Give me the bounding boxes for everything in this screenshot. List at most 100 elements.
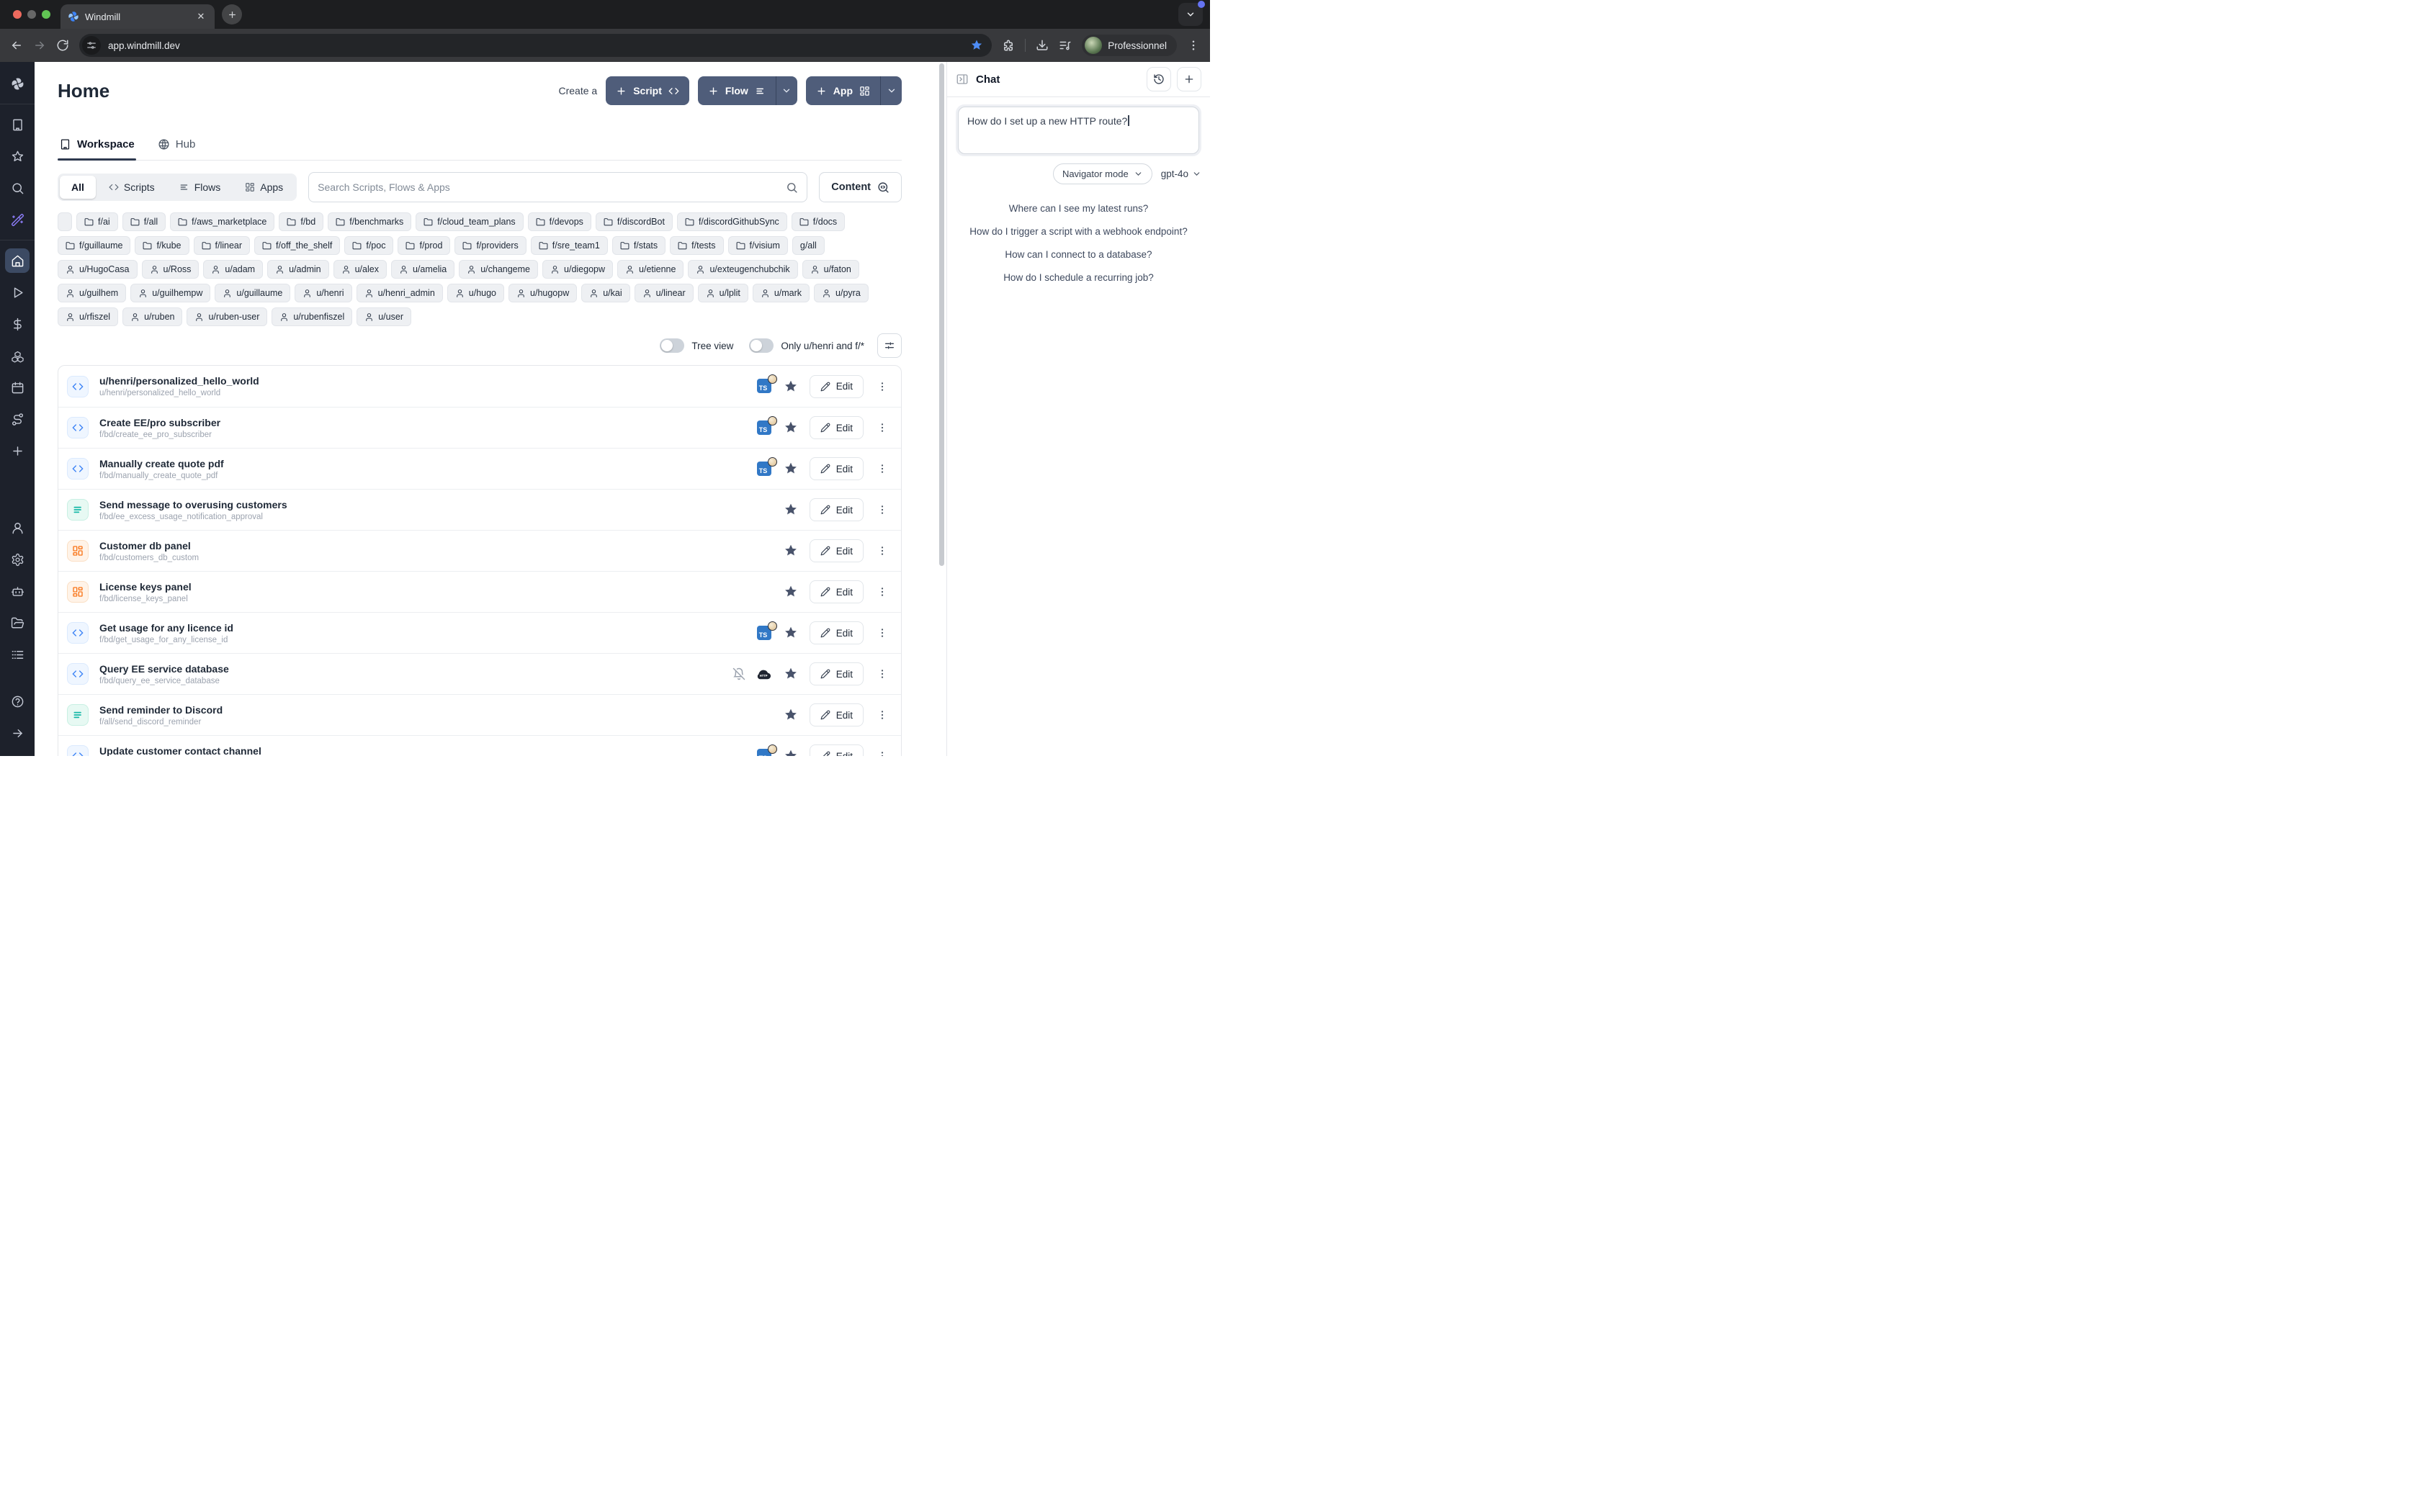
folder-chip[interactable]: f/discordBot: [596, 212, 673, 231]
sidebar-item-ai[interactable]: [5, 207, 30, 232]
flow-dropdown-caret[interactable]: [776, 76, 797, 105]
user-chip[interactable]: u/alex: [333, 260, 387, 279]
tab-close-icon[interactable]: ✕: [194, 10, 207, 23]
edit-button[interactable]: Edit: [810, 580, 864, 603]
edit-button[interactable]: Edit: [810, 539, 864, 562]
list-item[interactable]: License keys panelf/bd/license_keys_pane…: [58, 571, 901, 612]
favorite-star[interactable]: [784, 544, 798, 558]
sidebar-item-variables[interactable]: [5, 312, 30, 336]
user-chip[interactable]: u/henri: [295, 284, 351, 302]
address-bar[interactable]: app.windmill.dev: [79, 34, 992, 57]
list-item[interactable]: Send reminder to Discordf/all/send_disco…: [58, 694, 901, 735]
sidebar-item-add[interactable]: [5, 438, 30, 463]
chat-suggestion[interactable]: How do I trigger a script with a webhook…: [969, 226, 1187, 237]
sidebar-item-search[interactable]: [5, 176, 30, 200]
sidebar-item-resources[interactable]: [5, 343, 30, 368]
user-chip[interactable]: u/exteugenchubchik: [688, 260, 797, 279]
window-controls[interactable]: [13, 10, 50, 19]
filter-scripts[interactable]: Scripts: [97, 176, 166, 199]
scrollbar-thumb[interactable]: [939, 63, 944, 566]
user-chip[interactable]: u/diegopw: [542, 260, 613, 279]
folder-chip[interactable]: f/docs: [792, 212, 845, 231]
extensions-icon[interactable]: [1002, 39, 1015, 52]
site-settings-icon[interactable]: [82, 36, 101, 55]
empty-chip[interactable]: [58, 212, 72, 231]
user-chip[interactable]: u/linear: [635, 284, 694, 302]
downloads-icon[interactable]: [1036, 39, 1049, 52]
tab-workspace[interactable]: Workspace: [58, 131, 136, 160]
row-menu-button[interactable]: [874, 419, 891, 436]
favorite-star[interactable]: [784, 503, 798, 517]
favorite-star[interactable]: [784, 420, 798, 435]
windmill-logo[interactable]: [5, 71, 30, 96]
folder-chip[interactable]: f/off_the_shelf: [254, 236, 340, 255]
list-item[interactable]: Query EE service databasef/bd/query_ee_s…: [58, 653, 901, 694]
edit-button[interactable]: Edit: [810, 621, 864, 644]
edit-button[interactable]: Edit: [810, 744, 864, 756]
user-chip[interactable]: u/guilhem: [58, 284, 126, 302]
list-item[interactable]: Update customer contact channelf/bd/upda…: [58, 735, 901, 756]
user-chip[interactable]: u/mark: [753, 284, 810, 302]
url-text[interactable]: app.windmill.dev: [108, 40, 963, 51]
sidebar-item-settings[interactable]: [5, 547, 30, 572]
search-input[interactable]: [318, 181, 786, 193]
browser-tab[interactable]: Windmill ✕: [60, 4, 215, 29]
user-chip[interactable]: u/rfiszel: [58, 307, 118, 326]
forward-button[interactable]: [33, 39, 46, 52]
sidebar-item-workers[interactable]: [5, 579, 30, 603]
tab-hub[interactable]: Hub: [156, 131, 197, 160]
edit-button[interactable]: Edit: [810, 457, 864, 480]
favorite-star[interactable]: [784, 708, 798, 722]
media-controls-icon[interactable]: [1059, 39, 1072, 52]
user-chip[interactable]: u/henri_admin: [357, 284, 443, 302]
list-item[interactable]: Send message to overusing customersf/bd/…: [58, 489, 901, 530]
folder-chip[interactable]: f/aws_marketplace: [170, 212, 274, 231]
folder-chip[interactable]: f/bd: [279, 212, 323, 231]
sidebar-item-workspace[interactable]: [5, 112, 30, 137]
folder-chip[interactable]: f/stats: [612, 236, 666, 255]
favorite-star[interactable]: [784, 585, 798, 599]
user-chip[interactable]: u/adam: [203, 260, 263, 279]
edit-button[interactable]: Edit: [810, 662, 864, 685]
user-chip[interactable]: u/lplit: [698, 284, 748, 302]
sidebar-item-help[interactable]: [5, 689, 30, 714]
back-button[interactable]: [10, 39, 23, 52]
row-menu-button[interactable]: [874, 665, 891, 683]
row-menu-button[interactable]: [874, 542, 891, 559]
user-chip[interactable]: u/kai: [581, 284, 629, 302]
user-chip[interactable]: u/amelia: [391, 260, 454, 279]
sidebar-item-home[interactable]: [5, 248, 30, 273]
row-menu-button[interactable]: [874, 460, 891, 477]
folder-chip[interactable]: f/linear: [194, 236, 251, 255]
folder-chip[interactable]: f/benchmarks: [328, 212, 411, 231]
edit-button[interactable]: Edit: [810, 375, 864, 398]
favorite-star[interactable]: [784, 379, 798, 394]
list-item[interactable]: Manually create quote pdff/bd/manually_c…: [58, 448, 901, 489]
favorite-star[interactable]: [784, 749, 798, 756]
close-window-button[interactable]: [13, 10, 22, 19]
sidebar-item-favorites[interactable]: [5, 144, 30, 168]
main-scrollbar[interactable]: [938, 62, 946, 756]
folder-chip[interactable]: f/poc: [344, 236, 393, 255]
filter-flows[interactable]: Flows: [168, 176, 233, 199]
user-chip[interactable]: u/pyra: [814, 284, 869, 302]
user-chip[interactable]: u/faton: [802, 260, 859, 279]
user-chip[interactable]: u/hugopw: [508, 284, 577, 302]
chat-input[interactable]: How do I set up a new HTTP route?: [958, 107, 1199, 154]
new-chat-button[interactable]: [1177, 67, 1201, 91]
group-chip[interactable]: g/all: [792, 236, 825, 255]
zoom-window-button[interactable]: [42, 10, 50, 19]
sidebar-item-users[interactable]: [5, 516, 30, 540]
list-item[interactable]: Create EE/pro subscriberf/bd/create_ee_p…: [58, 407, 901, 448]
panel-collapse-icon[interactable]: [956, 73, 969, 86]
folder-chip[interactable]: f/all: [122, 212, 166, 231]
folder-chip[interactable]: f/sre_team1: [531, 236, 608, 255]
user-chip[interactable]: u/guillaume: [215, 284, 290, 302]
create-flow-button[interactable]: Flow: [698, 76, 797, 105]
favorite-star[interactable]: [784, 667, 798, 681]
chat-history-button[interactable]: [1147, 67, 1171, 91]
filter-all[interactable]: All: [60, 176, 96, 199]
row-menu-button[interactable]: [874, 583, 891, 600]
chat-suggestion[interactable]: Where can I see my latest runs?: [1009, 203, 1149, 214]
user-chip[interactable]: u/Ross: [142, 260, 200, 279]
